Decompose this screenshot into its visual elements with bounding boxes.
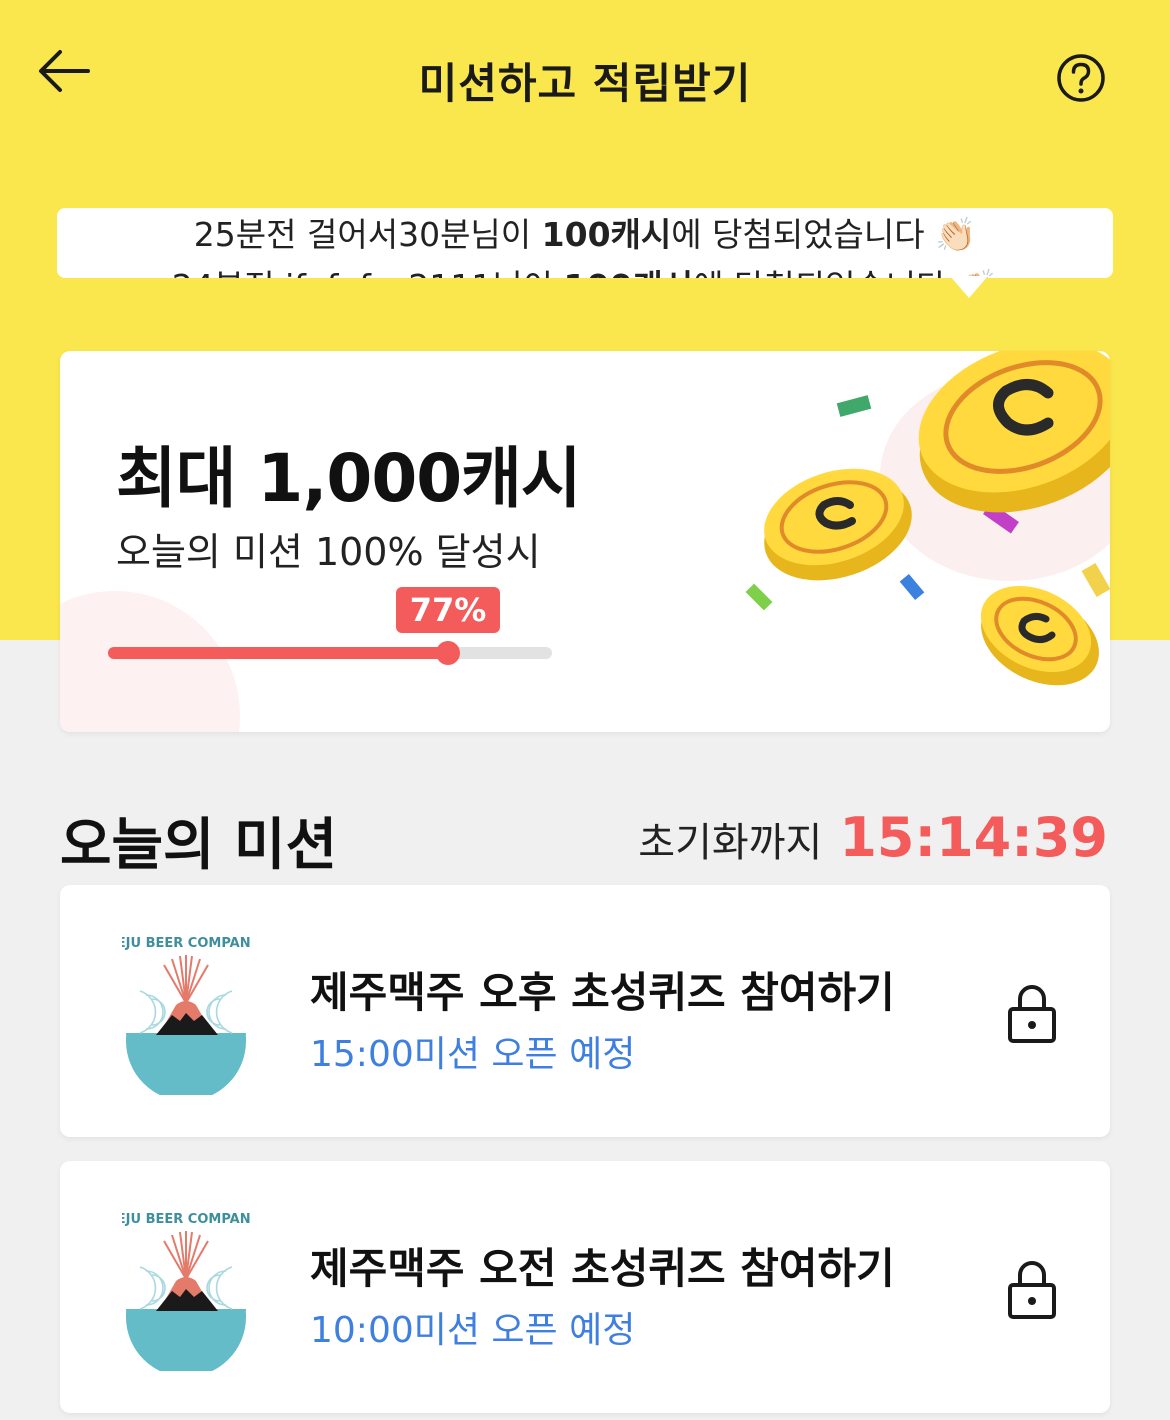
winner-ticker: 25분전 걸어서30분님이 100캐시에 당첨되었습니다 👏🏻 24분전 ifn… — [57, 208, 1113, 278]
page-title: 미션하고 적립받기 — [418, 59, 752, 108]
ticker-message: 25분전 걸어서30분님이 100캐시에 당첨되었습니다 👏🏻 — [193, 215, 977, 254]
lock-icon — [1008, 1261, 1056, 1319]
ticker-tail — [950, 276, 988, 298]
mission-card[interactable]: JEJU BEER COMPANY 제주맥주 오전 초성퀴즈 참여하기 10:0… — [60, 1161, 1110, 1413]
reward-card: 최대 1,000캐시 오늘의 미션 100% 달성시 77% — [60, 351, 1110, 732]
reset-countdown: 초기화까지 15:14:39 — [638, 806, 1108, 869]
mission-status: 10:00미션 오픈 예정 — [310, 1310, 636, 1351]
progress-fill — [108, 647, 448, 659]
reset-label: 초기화까지 — [638, 820, 823, 866]
jeju-beer-logo-icon: JEJU BEER COMPANY — [122, 1212, 250, 1371]
confetti — [1081, 563, 1110, 597]
section-title: 오늘의 미션 — [60, 813, 338, 878]
question-circle-icon — [1057, 54, 1105, 102]
mission-status: 15:00미션 오픈 예정 — [310, 1034, 636, 1075]
progress-bar — [108, 641, 552, 665]
svg-text:JEJU BEER COMPANY: JEJU BEER COMPANY — [122, 1212, 250, 1227]
mission-title: 제주맥주 오후 초성퀴즈 참여하기 — [310, 968, 895, 1017]
confetti — [745, 583, 773, 611]
jeju-beer-logo-icon: JEJU BEER COMPANY — [122, 936, 250, 1095]
app-header: 미션하고 적립받기 — [0, 0, 1170, 160]
coin-icon — [764, 468, 912, 581]
confetti — [836, 395, 872, 417]
confetti — [899, 573, 925, 601]
progress-badge: 77% — [396, 587, 500, 633]
coin-icon — [980, 585, 1099, 686]
help-button[interactable] — [1056, 53, 1106, 103]
reward-title: 최대 1,000캐시 — [116, 440, 582, 517]
reset-timer: 15:14:39 — [839, 806, 1108, 869]
svg-text:JEJU BEER COMPANY: JEJU BEER COMPANY — [122, 936, 250, 951]
progress-knob — [436, 641, 460, 665]
reward-subtitle: 오늘의 미션 100% 달성시 — [116, 530, 541, 574]
lock-icon — [1008, 985, 1056, 1043]
mission-card[interactable]: JEJU BEER COMPANY 제주맥주 오후 초성퀴즈 참여하기 15:0… — [60, 885, 1110, 1137]
coins-illustration — [745, 351, 1110, 686]
decorative-blob — [60, 591, 240, 732]
mission-title: 제주맥주 오전 초성퀴즈 참여하기 — [310, 1244, 895, 1293]
